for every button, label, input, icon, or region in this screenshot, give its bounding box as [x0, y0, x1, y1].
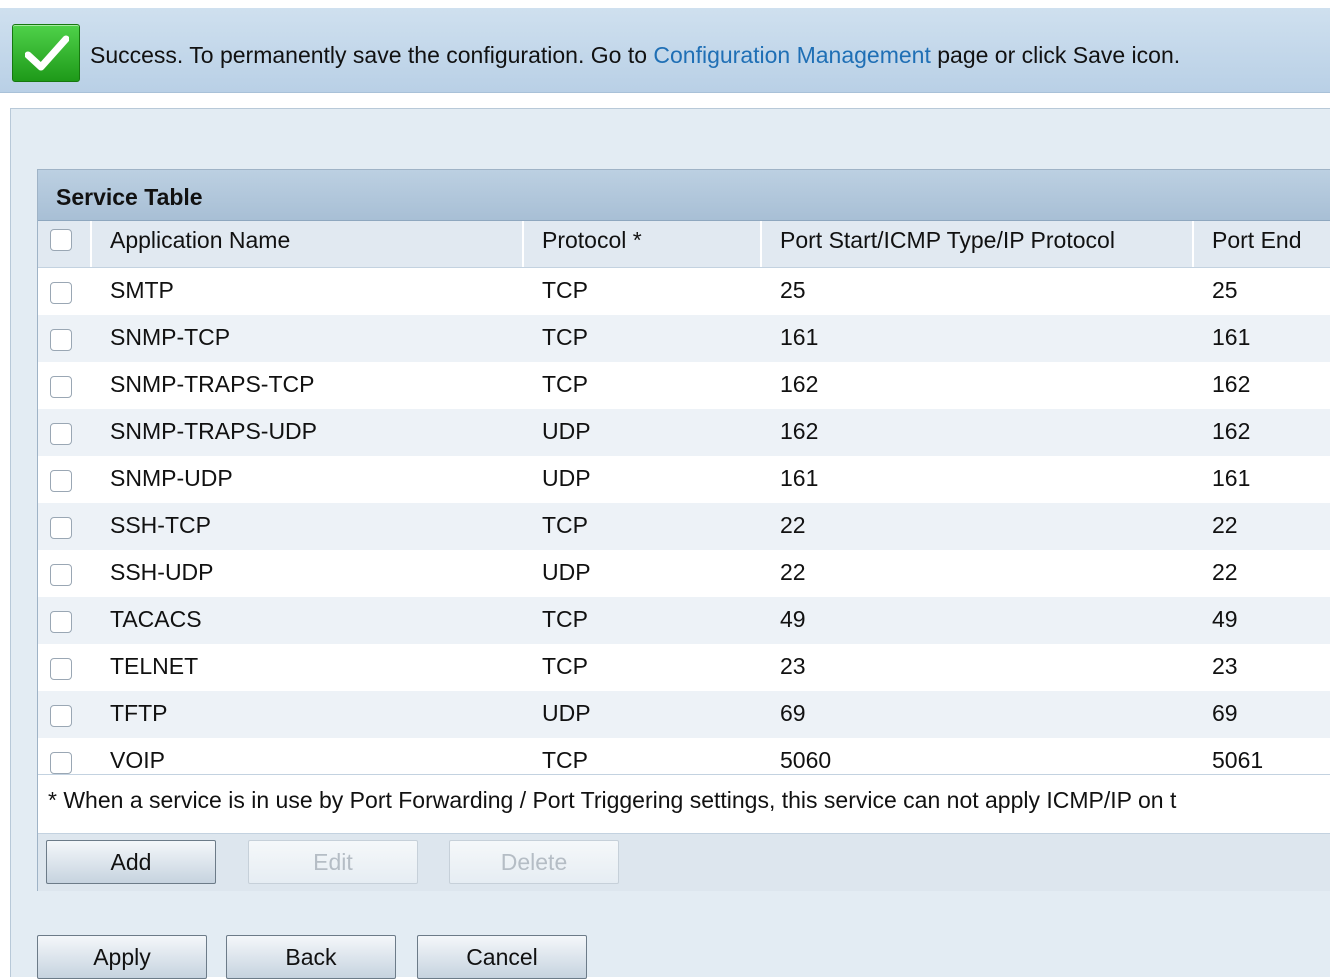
cell-port-start: 69 [780, 700, 806, 726]
table-row[interactable]: TFTP UDP 69 69 [38, 691, 1330, 738]
cell-port-end: 69 [1212, 700, 1238, 726]
cell-application-name: SSH-TCP [110, 512, 211, 538]
content-area: Service Table Application Name Protocol … [10, 108, 1330, 979]
cell-port-end: 49 [1212, 606, 1238, 632]
table-header-row: Application Name Protocol * Port Start/I… [38, 221, 1330, 268]
header-port-start[interactable]: Port Start/ICMP Type/IP Protocol [762, 221, 1194, 267]
cell-protocol: UDP [542, 465, 591, 491]
cell-protocol: TCP [542, 277, 588, 303]
row-checkbox[interactable] [50, 282, 72, 304]
service-management-page: Success. To permanently save the configu… [0, 0, 1330, 979]
header-port-end-label: Port End [1212, 227, 1302, 253]
row-checkbox[interactable] [50, 752, 72, 774]
table-row[interactable]: SSH-TCP TCP 22 22 [38, 503, 1330, 550]
table-row[interactable]: SNMP-TRAPS-TCP TCP 162 162 [38, 362, 1330, 409]
header-application-name[interactable]: Application Name [92, 221, 524, 267]
cell-port-start: 5060 [780, 747, 832, 773]
header-select-cell [38, 221, 92, 267]
table-row[interactable]: SMTP TCP 25 25 [38, 268, 1330, 315]
cell-port-end: 162 [1212, 371, 1251, 397]
row-checkbox[interactable] [50, 705, 72, 727]
cell-port-end: 22 [1212, 559, 1238, 585]
row-checkbox[interactable] [50, 470, 72, 492]
cell-protocol: TCP [542, 606, 588, 632]
table-row[interactable]: TELNET TCP 23 23 [38, 644, 1330, 691]
row-checkbox[interactable] [50, 564, 72, 586]
cell-protocol: TCP [542, 747, 588, 773]
cell-port-start: 23 [780, 653, 806, 679]
footnote: * When a service is in use by Port Forwa… [38, 774, 1330, 833]
cell-port-start: 49 [780, 606, 806, 632]
table-button-row: Add Edit Delete [38, 833, 1330, 891]
cell-protocol: TCP [542, 512, 588, 538]
cell-application-name: SMTP [110, 277, 174, 303]
table-body: SMTP TCP 25 25 SNMP-TCP TCP 161 161 SNMP-TRAPS-T… [38, 268, 1330, 774]
row-checkbox[interactable] [50, 658, 72, 680]
cell-protocol: TCP [542, 324, 588, 350]
row-checkbox[interactable] [50, 517, 72, 539]
cell-protocol: UDP [542, 559, 591, 585]
table-row[interactable]: VOIP TCP 5060 5061 [38, 738, 1330, 774]
row-checkbox[interactable] [50, 329, 72, 351]
apply-button[interactable]: Apply [37, 935, 207, 979]
cell-application-name: SNMP-TRAPS-UDP [110, 418, 318, 444]
delete-button[interactable]: Delete [449, 840, 619, 884]
cell-port-start: 22 [780, 559, 806, 585]
cell-application-name: TFTP [110, 700, 168, 726]
cell-port-end: 161 [1212, 324, 1251, 350]
header-protocol-label: Protocol * [542, 227, 642, 253]
cell-application-name: VOIP [110, 747, 165, 773]
edit-button[interactable]: Edit [248, 840, 418, 884]
cell-port-end: 22 [1212, 512, 1238, 538]
cell-application-name: TACACS [110, 606, 202, 632]
table-row[interactable]: TACACS TCP 49 49 [38, 597, 1330, 644]
table-caption: Service Table [38, 170, 1330, 221]
banner-text-after: page or click Save icon. [930, 42, 1181, 68]
cancel-button[interactable]: Cancel [417, 935, 587, 979]
success-banner: Success. To permanently save the configu… [0, 8, 1330, 93]
cell-application-name: SNMP-TRAPS-TCP [110, 371, 315, 397]
row-checkbox[interactable] [50, 423, 72, 445]
cell-port-end: 23 [1212, 653, 1238, 679]
table-row[interactable]: SNMP-TCP TCP 161 161 [38, 315, 1330, 362]
add-button[interactable]: Add [46, 840, 216, 884]
row-checkbox[interactable] [50, 611, 72, 633]
cell-port-start: 161 [780, 324, 819, 350]
service-table: Service Table Application Name Protocol … [37, 169, 1330, 891]
cell-port-start: 161 [780, 465, 819, 491]
row-checkbox[interactable] [50, 376, 72, 398]
cell-port-start: 162 [780, 418, 819, 444]
cell-port-end: 161 [1212, 465, 1251, 491]
cell-protocol: UDP [542, 418, 591, 444]
select-all-checkbox[interactable] [50, 229, 72, 251]
header-protocol[interactable]: Protocol * [524, 221, 762, 267]
banner-text-before: Success. To permanently save the configu… [90, 42, 654, 68]
footnote-text: * When a service is in use by Port Forwa… [48, 787, 1177, 813]
cell-port-start: 25 [780, 277, 806, 303]
back-button[interactable]: Back [226, 935, 396, 979]
header-port-start-label: Port Start/ICMP Type/IP Protocol [780, 227, 1115, 253]
cell-application-name: TELNET [110, 653, 199, 679]
cell-protocol: UDP [542, 700, 591, 726]
cell-port-start: 162 [780, 371, 819, 397]
header-application-name-label: Application Name [110, 227, 291, 253]
cell-port-start: 22 [780, 512, 806, 538]
cell-port-end: 5061 [1212, 747, 1264, 773]
table-row[interactable]: SNMP-TRAPS-UDP UDP 162 162 [38, 409, 1330, 456]
cell-application-name: SSH-UDP [110, 559, 214, 585]
cell-application-name: SNMP-UDP [110, 465, 233, 491]
configuration-management-link[interactable]: Configuration Management [653, 42, 930, 68]
cell-application-name: SNMP-TCP [110, 324, 231, 350]
cell-protocol: TCP [542, 371, 588, 397]
table-row[interactable]: SSH-UDP UDP 22 22 [38, 550, 1330, 597]
cell-port-end: 25 [1212, 277, 1238, 303]
table-title: Service Table [56, 184, 203, 210]
cell-port-end: 162 [1212, 418, 1251, 444]
header-port-end[interactable]: Port End [1194, 221, 1330, 267]
cell-protocol: TCP [542, 653, 588, 679]
table-row[interactable]: SNMP-UDP UDP 161 161 [38, 456, 1330, 503]
banner-message: Success. To permanently save the configu… [90, 42, 1180, 69]
check-icon [12, 24, 80, 82]
